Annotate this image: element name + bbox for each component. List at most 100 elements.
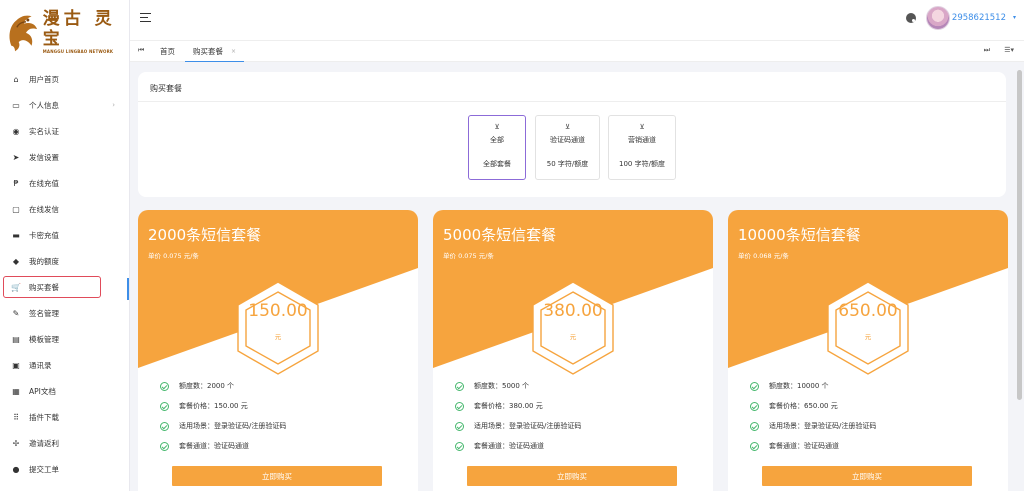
feature-text: 套餐通道：验证码通道 bbox=[769, 442, 839, 450]
tabs-scroll-left-icon[interactable]: ⏮ bbox=[138, 46, 144, 55]
buy-now-button[interactable]: 立即购买 bbox=[762, 466, 972, 486]
feature-item: 套餐价格：380.00 元 bbox=[455, 400, 543, 412]
sidebar-item-label: 个人信息 bbox=[29, 100, 59, 110]
currency-label: 元 bbox=[569, 333, 577, 341]
username-dropdown[interactable]: 2958621512 bbox=[952, 13, 1006, 23]
package-title: 5000条短信套餐 bbox=[443, 226, 557, 244]
feature-text: 额度数：2000 个 bbox=[179, 382, 235, 390]
feature-text: 适用场景：登录验证码/注册验证码 bbox=[179, 422, 287, 430]
dragon-logo-icon bbox=[9, 15, 38, 52]
tabs-menu-icon[interactable]: ☰▾ bbox=[1004, 46, 1014, 54]
feature-item: 套餐通道：验证码通道 bbox=[455, 440, 544, 452]
panel-title: 购买套餐 bbox=[150, 84, 182, 93]
brand-name: 漫古 灵宝 bbox=[42, 8, 116, 49]
check-circle-icon bbox=[455, 401, 464, 411]
sidebar-item-7[interactable]: ◆ 我的额度 bbox=[0, 248, 129, 274]
feature-item: 套餐价格：150.00 元 bbox=[160, 400, 248, 412]
sidebar-item-label: 在线充值 bbox=[29, 178, 59, 188]
feature-text: 适用场景：登录验证码/注册验证码 bbox=[474, 422, 582, 430]
sidebar-item-9[interactable]: ✎ 签名管理 bbox=[0, 300, 129, 326]
sidebar-item-label: API文档 bbox=[29, 386, 56, 396]
currency-icon: ₱ bbox=[13, 178, 19, 188]
package-price: 650.00 bbox=[838, 301, 898, 321]
check-circle-icon bbox=[160, 441, 169, 451]
feature-item: 套餐通道：验证码通道 bbox=[750, 440, 839, 452]
package-filter-option[interactable]: ⊻ 全部 全部套餐 bbox=[468, 115, 526, 180]
package-price: 150.00 bbox=[248, 301, 308, 321]
package-filter-option[interactable]: ⊻ 营销通道 100 字符/额度 bbox=[608, 115, 676, 180]
sidebar-item-3[interactable]: ➤ 发信设置 bbox=[0, 144, 129, 170]
sidebar-item-4[interactable]: ₱ 在线充值 bbox=[0, 170, 129, 196]
option-description: 100 字符/额度 bbox=[619, 160, 665, 168]
doc-icon: ▦ bbox=[12, 386, 20, 396]
buy-now-button[interactable]: 立即购买 bbox=[172, 466, 382, 486]
sidebar-item-label: 通讯录 bbox=[29, 360, 52, 370]
scroll-thumb[interactable] bbox=[1017, 70, 1022, 400]
sidebar-item-13[interactable]: ⠿ 插件下载 bbox=[0, 404, 129, 430]
send-icon: ➤ bbox=[12, 152, 20, 162]
feature-item: 适用场景：登录验证码/注册验证码 bbox=[160, 420, 286, 432]
message-icon: ▢ bbox=[12, 204, 20, 214]
tabs-bar: ⏮ 首页 购买套餐 × ⏭ ☰▾ bbox=[130, 40, 1024, 62]
package-filter-option[interactable]: ⊻ 验证码通道 50 字符/额度 bbox=[535, 115, 600, 180]
brand-subtitle: MANGGU LINGBAO NETWORK bbox=[42, 48, 114, 54]
check-circle-icon bbox=[160, 401, 169, 411]
cart-icon: ⊻ bbox=[494, 123, 500, 131]
check-circle-icon bbox=[750, 381, 759, 391]
package-title: 10000条短信套餐 bbox=[738, 226, 861, 244]
buy-now-button[interactable]: 立即购买 bbox=[467, 466, 677, 486]
sidebar-item-label: 提交工单 bbox=[29, 464, 59, 474]
user-check-icon: ◉ bbox=[12, 126, 20, 136]
sidebar-item-2[interactable]: ◉ 实名认证 bbox=[0, 118, 129, 144]
logo[interactable]: 漫古 灵宝 MANGGU LINGBAO NETWORK bbox=[0, 0, 129, 62]
chevron-down-icon[interactable]: ▾ bbox=[1013, 14, 1016, 21]
hexagon-price-badge bbox=[827, 281, 909, 375]
option-description: 全部套餐 bbox=[483, 160, 511, 168]
sidebar-item-8[interactable]: 🛒 购买套餐 bbox=[0, 274, 129, 300]
sidebar-item-label: 用户首页 bbox=[29, 74, 59, 84]
tabs-scroll-right-icon[interactable]: ⏭ bbox=[984, 46, 990, 55]
feature-item: 套餐通道：验证码通道 bbox=[160, 440, 249, 452]
active-indicator bbox=[127, 278, 129, 300]
feature-text: 套餐价格：380.00 元 bbox=[474, 402, 543, 410]
sidebar-item-0[interactable]: ⌂ 用户首页 bbox=[0, 66, 129, 92]
check-circle-icon bbox=[750, 401, 759, 411]
package-title: 2000条短信套餐 bbox=[148, 226, 262, 244]
feature-item: 套餐价格：650.00 元 bbox=[750, 400, 838, 412]
theme-palette-icon[interactable] bbox=[906, 13, 916, 23]
feature-text: 套餐价格：650.00 元 bbox=[769, 402, 838, 410]
check-circle-icon bbox=[455, 381, 464, 391]
hexagon-price-badge bbox=[532, 281, 614, 375]
avatar[interactable] bbox=[926, 6, 950, 30]
pen-icon: ✎ bbox=[12, 308, 20, 318]
grid-icon: ⠿ bbox=[13, 412, 19, 422]
cart-icon: ⊻ bbox=[639, 123, 645, 131]
sidebar-item-6[interactable]: ▬ 卡密充值 bbox=[0, 222, 129, 248]
feature-item: 额度数：2000 个 bbox=[160, 380, 234, 392]
sidebar-item-15[interactable]: ● 提交工单 bbox=[0, 456, 129, 482]
top-header: 2958621512 ▾ bbox=[130, 0, 1024, 40]
close-icon[interactable]: × bbox=[231, 48, 236, 55]
hamburger-menu-icon[interactable] bbox=[140, 13, 151, 22]
sidebar-item-5[interactable]: ▢ 在线发信 bbox=[0, 196, 129, 222]
sidebar-item-14[interactable]: ✢ 邀请返利 bbox=[0, 430, 129, 456]
check-circle-icon bbox=[160, 421, 169, 431]
check-circle-icon bbox=[750, 441, 759, 451]
sidebar-item-label: 在线发信 bbox=[29, 204, 59, 214]
sidebar-item-10[interactable]: ▤ 模板管理 bbox=[0, 326, 129, 352]
template-icon: ▤ bbox=[12, 334, 20, 344]
page-scrollbar[interactable] bbox=[1017, 64, 1022, 489]
tab-home[interactable]: 首页 bbox=[160, 41, 175, 62]
package-card: 5000条短信套餐 单价 0.075 元/条 380.00 元额度数：5000 个套餐… bbox=[433, 210, 713, 491]
package-card: 10000条短信套餐 单价 0.068 元/条 650.00 元额度数：10000 个… bbox=[728, 210, 1008, 491]
sidebar-item-11[interactable]: ▣ 通讯录 bbox=[0, 352, 129, 378]
tab-label: 购买套餐 bbox=[193, 46, 223, 56]
sidebar-item-1[interactable]: ▭ 个人信息 › bbox=[0, 92, 129, 118]
chevron-right-icon: › bbox=[112, 101, 115, 109]
sidebar-item-label: 模板管理 bbox=[29, 334, 59, 344]
tab-buy-package[interactable]: 购买套餐 × bbox=[185, 41, 245, 62]
sidebar-item-16[interactable]: ▧日志管理› bbox=[0, 482, 129, 491]
feature-item: 额度数：5000 个 bbox=[455, 380, 529, 392]
sidebar-item-12[interactable]: ▦ API文档 bbox=[0, 378, 129, 404]
active-highlight-box bbox=[3, 276, 101, 298]
